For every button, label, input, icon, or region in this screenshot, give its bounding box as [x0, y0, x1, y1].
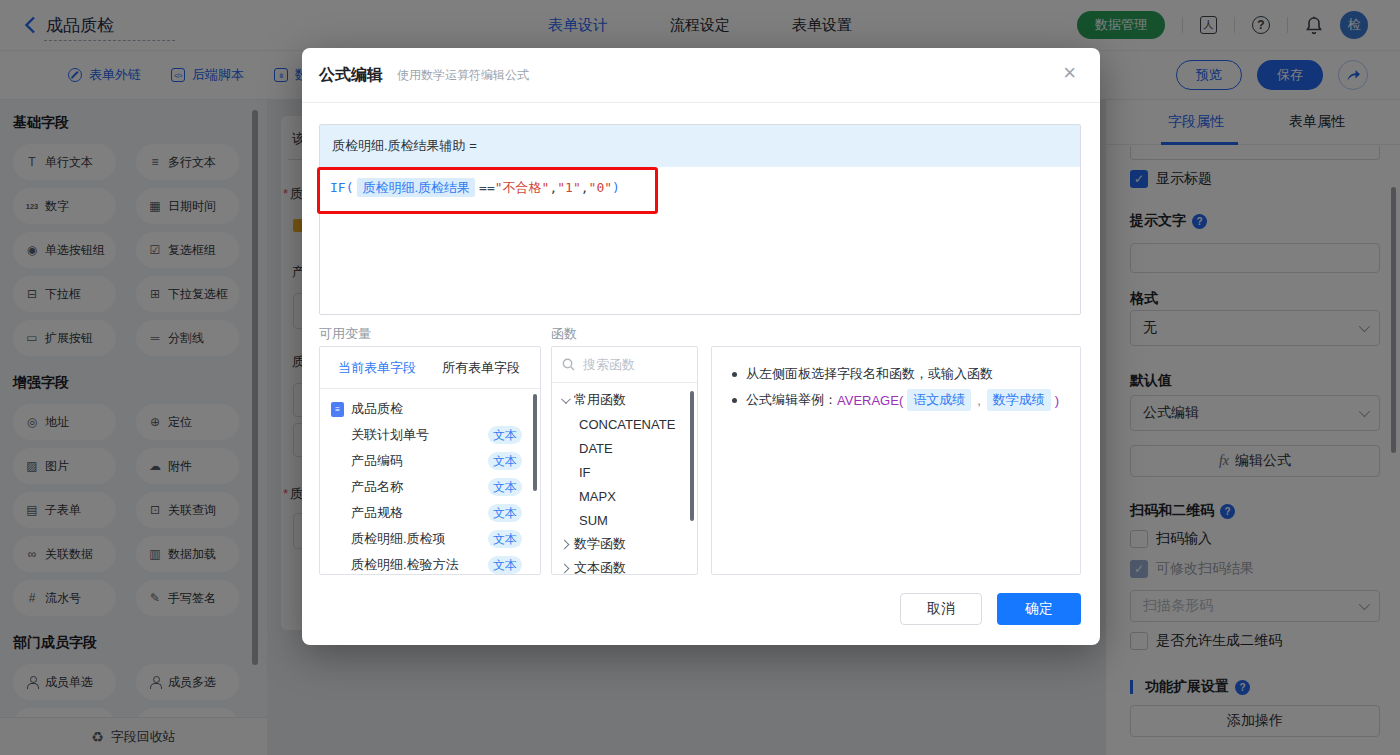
chevron-right-icon — [560, 563, 570, 573]
tree-field[interactable]: 质检明细.质检项文本 — [320, 526, 540, 552]
function-search[interactable]: 搜索函数 — [552, 347, 697, 383]
variables-panel: 当前表单字段 所有表单字段 ≡成品质检 关联计划单号文本 产品编码文本 产品名称… — [319, 346, 541, 575]
page: 成品质检 表单设计 流程设定 表单设置 数据管理 人 ? 检 表单外链 </>后… — [0, 0, 1400, 755]
tree-field[interactable]: 关联计划单号文本 — [320, 422, 540, 448]
confirm-button[interactable]: 确定 — [997, 593, 1081, 625]
form-icon: ≡ — [331, 402, 344, 417]
tree-field[interactable]: 产品名称文本 — [320, 474, 540, 500]
chevron-right-icon — [560, 539, 570, 549]
fn-group-math[interactable]: 数学函数 — [552, 532, 697, 556]
variables-scrollbar[interactable] — [533, 394, 537, 491]
formula-editor-modal: 公式编辑 使用数学运算符编辑公式 × 质检明细.质检结果辅助 = IF(质检明细… — [302, 48, 1100, 645]
annotation-highlight — [317, 167, 658, 214]
modal-title: 公式编辑 — [319, 65, 383, 86]
close-icon[interactable]: × — [1063, 62, 1076, 84]
tree-root[interactable]: ≡成品质检 — [320, 396, 540, 422]
type-badge: 文本 — [488, 478, 522, 496]
tab-all-fields[interactable]: 所有表单字段 — [442, 359, 520, 377]
functions-panel: 搜索函数 常用函数 CONCATENATE DATE IF MAPX SUM 数… — [551, 346, 698, 575]
hint-panel: 从左侧面板选择字段名和函数，或输入函数 公式编辑举例：AVERAGE(语文成绩,… — [711, 346, 1081, 575]
hint-line: 从左侧面板选择字段名和函数，或输入函数 — [732, 361, 1080, 387]
hint-line: 公式编辑举例：AVERAGE(语文成绩,数学成绩) — [732, 387, 1080, 413]
type-badge: 文本 — [488, 452, 522, 470]
cancel-button[interactable]: 取消 — [900, 593, 982, 625]
formula-target: 质检明细.质检结果辅助 = — [320, 125, 1080, 167]
fn-group-common[interactable]: 常用函数 — [552, 388, 697, 412]
tree-field[interactable]: 质检明细.检验方法文本 — [320, 552, 540, 575]
formula-editor: 质检明细.质检结果辅助 = IF(质检明细.质检结果=="不合格","1","0… — [319, 124, 1081, 315]
modal-header: 公式编辑 使用数学运算符编辑公式 × — [302, 48, 1100, 103]
fn-item[interactable]: SUM — [552, 508, 697, 532]
fn-item[interactable]: MAPX — [552, 484, 697, 508]
chevron-down-icon — [561, 394, 571, 404]
bullet-icon — [732, 372, 737, 377]
vars-label: 可用变量 — [319, 325, 371, 343]
functions-scrollbar[interactable] — [690, 391, 694, 521]
fn-group-text[interactable]: 文本函数 — [552, 556, 697, 575]
variables-tree: ≡成品质检 关联计划单号文本 产品编码文本 产品名称文本 产品规格文本 质检明细… — [320, 389, 540, 575]
type-badge: 文本 — [488, 530, 522, 548]
tab-current-fields[interactable]: 当前表单字段 — [338, 359, 416, 377]
type-badge: 文本 — [488, 426, 522, 444]
tree-field[interactable]: 产品规格文本 — [320, 500, 540, 526]
search-placeholder: 搜索函数 — [583, 356, 635, 374]
search-icon — [562, 358, 575, 371]
fn-item[interactable]: CONCATENATE — [552, 412, 697, 436]
fn-item[interactable]: IF — [552, 460, 697, 484]
modal-subtitle: 使用数学运算符编辑公式 — [397, 67, 529, 84]
type-badge: 文本 — [488, 556, 522, 574]
fns-label: 函数 — [551, 325, 577, 343]
tree-field[interactable]: 产品编码文本 — [320, 448, 540, 474]
type-badge: 文本 — [488, 504, 522, 522]
bullet-icon — [732, 398, 737, 403]
fn-item[interactable]: DATE — [552, 436, 697, 460]
